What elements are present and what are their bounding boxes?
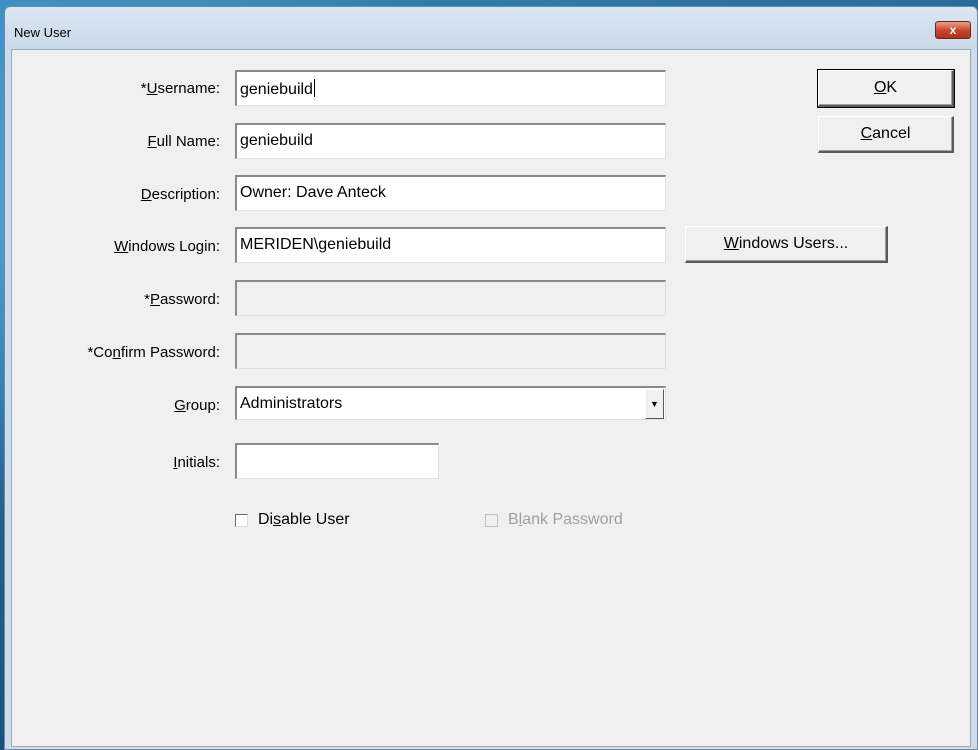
full-name-input[interactable]: geniebuild: [235, 123, 666, 159]
ok-button[interactable]: OK: [817, 69, 955, 108]
dropdown-arrow-icon[interactable]: ▼: [645, 389, 664, 419]
windows-users-button-label: Windows Users...: [723, 235, 849, 252]
windows-login-label: Windows Login:: [114, 238, 220, 255]
full-name-label: Full Name:: [147, 133, 220, 150]
checkbox-box: [485, 513, 498, 527]
blank-password-label: Blank Password: [508, 511, 623, 528]
confirm-password-input: [235, 333, 666, 369]
initials-input[interactable]: [235, 443, 439, 479]
disable-user-checkbox[interactable]: Disable User: [235, 511, 350, 529]
close-icon: x: [949, 23, 957, 37]
cancel-button-label: Cancel: [860, 125, 911, 142]
confirm-password-label: *Confirm Password:: [87, 344, 220, 361]
new-user-dialog: New User x *Username: geniebuild Full Na…: [4, 6, 978, 750]
window-title: New User: [14, 25, 72, 40]
username-label: *Username:: [140, 80, 220, 97]
disable-user-label: Disable User: [258, 511, 350, 528]
windows-users-button[interactable]: Windows Users...: [685, 226, 888, 263]
initials-label: Initials:: [173, 454, 220, 471]
checkbox-box[interactable]: [235, 513, 248, 527]
group-label: Group:: [174, 397, 220, 414]
text-caret: [313, 79, 315, 97]
username-input[interactable]: geniebuild: [235, 70, 666, 106]
password-label: *Password:: [144, 291, 220, 308]
title-bar[interactable]: New User x: [5, 7, 977, 49]
password-input: [235, 280, 666, 316]
close-button[interactable]: x: [935, 21, 971, 39]
ok-button-label: OK: [873, 79, 898, 96]
blank-password-checkbox: Blank Password: [485, 511, 623, 529]
dialog-body: *Username: geniebuild Full Name: geniebu…: [11, 49, 971, 747]
description-input[interactable]: Owner: Dave Anteck: [235, 175, 666, 211]
windows-login-input[interactable]: MERIDEN\geniebuild: [235, 227, 666, 263]
cancel-button[interactable]: Cancel: [818, 116, 954, 153]
description-label: Description:: [140, 186, 220, 203]
group-select[interactable]: Administrators ▼: [235, 386, 666, 420]
